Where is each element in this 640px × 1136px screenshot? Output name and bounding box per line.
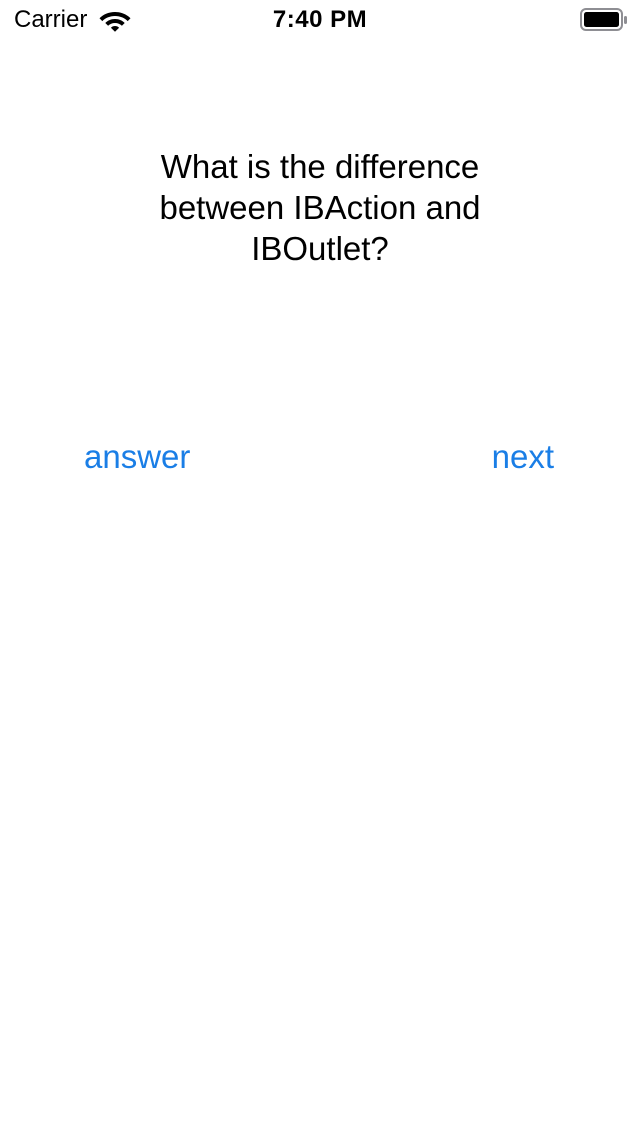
battery-icon (580, 8, 627, 31)
status-time: 7:40 PM (272, 6, 368, 33)
status-bar: Carrier 7:40 PM (0, 0, 640, 40)
question-text: What is the difference between IBAction … (159, 148, 481, 267)
next-button[interactable]: next (470, 434, 554, 480)
answer-button[interactable]: answer (84, 434, 204, 480)
